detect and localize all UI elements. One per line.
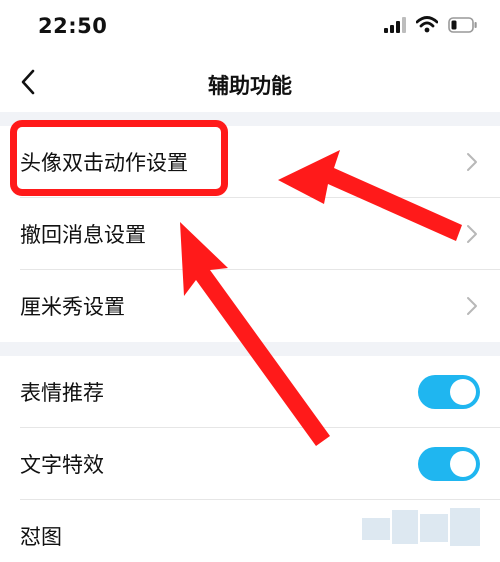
row-label: 厘米秀设置 (20, 295, 125, 319)
section-gap (0, 342, 500, 356)
cellular-signal-icon (384, 16, 406, 37)
sticker-recommend-toggle[interactable] (418, 375, 480, 409)
chevron-right-icon (466, 224, 478, 244)
row-label: 文字特效 (20, 453, 104, 477)
row-label: 怼图 (20, 525, 62, 549)
status-time: 22:50 (38, 14, 108, 38)
battery-icon (448, 16, 478, 37)
chevron-right-icon (466, 152, 478, 172)
settings-section-links: 头像双击动作设置 撤回消息设置 厘米秀设置 (0, 126, 500, 342)
status-bar: 22:50 (0, 0, 500, 56)
nav-bar: 辅助功能 (0, 56, 500, 112)
row-avatar-double-tap[interactable]: 头像双击动作设置 (0, 126, 500, 198)
text-effects-toggle[interactable] (418, 447, 480, 481)
row-label: 头像双击动作设置 (20, 151, 188, 175)
row-recall-message[interactable]: 撤回消息设置 (0, 198, 500, 270)
status-icons (384, 16, 478, 37)
page-title: 辅助功能 (208, 74, 292, 98)
section-gap (0, 112, 500, 126)
row-cmshow[interactable]: 厘米秀设置 (0, 270, 500, 342)
screen: 22:50 辅助功能 头像双击动作设置 撤回消息设置 厘米秀设置 表情推荐 文字… (0, 0, 500, 562)
toggle-knob (450, 451, 476, 477)
wifi-icon (415, 16, 439, 37)
row-duitu[interactable]: 怼图 (0, 500, 500, 562)
settings-section-toggles: 表情推荐 文字特效 怼图 (0, 356, 500, 562)
toggle-knob (450, 379, 476, 405)
row-sticker-recommend: 表情推荐 (0, 356, 500, 428)
chevron-right-icon (466, 296, 478, 316)
row-text-effects: 文字特效 (0, 428, 500, 500)
row-label: 撤回消息设置 (20, 223, 146, 247)
row-label: 表情推荐 (20, 381, 104, 405)
